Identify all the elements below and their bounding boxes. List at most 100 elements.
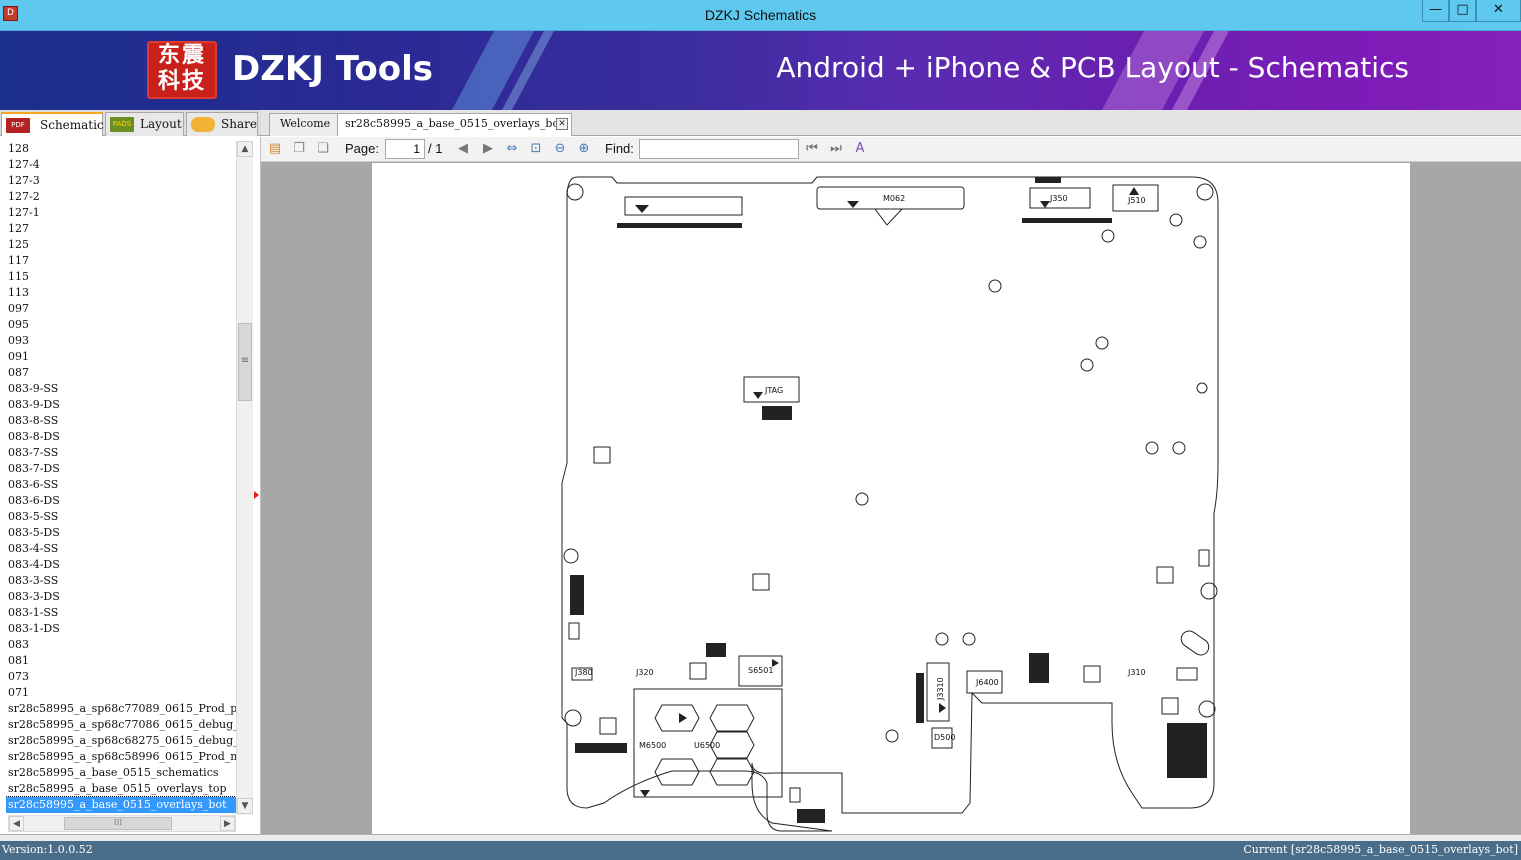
- file-list-item[interactable]: 083-5-SS: [6, 509, 236, 525]
- pdf-toolbar: ▤ ❐ ❏ Page: 1 / 1 ◀ ▶ ⇔ ⊡ ⊖ ⊕ Find: ⏮ ⏭ …: [261, 137, 1521, 162]
- file-list-item[interactable]: 115: [6, 269, 236, 285]
- file-list-item[interactable]: 128: [6, 141, 236, 157]
- find-first-icon[interactable]: ⏮: [803, 140, 821, 158]
- pages-icon[interactable]: ❏: [314, 140, 332, 158]
- vertical-scrollbar[interactable]: ▲ ≡ ▼: [236, 141, 253, 815]
- file-list-item[interactable]: 083-6-SS: [6, 477, 236, 493]
- doc-tab-overlays-bot-label: sr28c58995_a_base_0515_overlays_bot: [345, 117, 564, 130]
- maximize-button[interactable]: □: [1449, 0, 1476, 22]
- tab-schematic[interactable]: PDF Schematic: [1, 112, 104, 136]
- copy-icon[interactable]: ❐: [290, 140, 308, 158]
- file-list-item[interactable]: 083-7-SS: [6, 445, 236, 461]
- file-list-item[interactable]: 083-4-SS: [6, 541, 236, 557]
- scroll-right-icon[interactable]: ▶: [220, 816, 235, 831]
- pcb-label-j320: J320: [635, 668, 654, 677]
- file-list-item[interactable]: 097: [6, 301, 236, 317]
- file-list-item[interactable]: 083-4-DS: [6, 557, 236, 573]
- file-list-item[interactable]: sr28c58995_a_base_0515_schematics: [6, 765, 236, 781]
- find-input[interactable]: [639, 139, 799, 159]
- current-document-text: Current [sr28c58995_a_base_0515_overlays…: [1243, 843, 1518, 856]
- file-list-item[interactable]: 071: [6, 685, 236, 701]
- file-list-item[interactable]: 127-4: [6, 157, 236, 173]
- file-list-item[interactable]: sr28c58995_a_sp68c68275_0615_debug_na_: [6, 733, 236, 749]
- banner-tagline: Android + iPhone & PCB Layout - Schemati…: [776, 51, 1409, 84]
- find-next-icon[interactable]: ⏭: [827, 140, 845, 158]
- left-tab-bar: PDF Schematic PADS Layout Share: [0, 110, 261, 136]
- tab-share-label: Share: [221, 117, 257, 131]
- file-list-item[interactable]: 083-3-SS: [6, 573, 236, 589]
- file-list-item[interactable]: 127-2: [6, 189, 236, 205]
- scroll-down-icon[interactable]: ▼: [237, 798, 253, 814]
- pcb-label-j380: J380: [574, 668, 593, 677]
- file-list-item[interactable]: sr28c58995_a_sp68c77089_0615_Prod_prc_: [6, 701, 236, 717]
- scroll-up-icon[interactable]: ▲: [237, 141, 253, 157]
- file-list-item[interactable]: 113: [6, 285, 236, 301]
- scrollbar-thumb[interactable]: ≡: [238, 323, 252, 401]
- file-list-item[interactable]: sr28c58995_a_sp68c77086_0615_debug_prc: [6, 717, 236, 733]
- collapse-panel-icon[interactable]: [254, 491, 259, 499]
- file-list-item[interactable]: 083-8-DS: [6, 429, 236, 445]
- scroll-left-icon[interactable]: ◀: [9, 816, 24, 831]
- file-list-item[interactable]: 091: [6, 349, 236, 365]
- tab-schematic-label: Schematic: [40, 118, 104, 132]
- version-text: Version:1.0.0.52: [2, 843, 93, 856]
- banner: 东震科技 DZKJ Tools Android + iPhone & PCB L…: [0, 31, 1521, 110]
- file-list-item[interactable]: sr28c58995_a_base_0515_overlays_top: [6, 781, 236, 797]
- file-list-item[interactable]: 093: [6, 333, 236, 349]
- pcb-label-j350: J350: [1049, 194, 1068, 203]
- file-list-item[interactable]: 073: [6, 669, 236, 685]
- open-document-icon[interactable]: ▤: [266, 140, 284, 158]
- page-label: Page:: [345, 141, 379, 156]
- file-list-item[interactable]: 127-3: [6, 173, 236, 189]
- file-list-item[interactable]: 083-9-DS: [6, 397, 236, 413]
- tab-layout[interactable]: PADS Layout: [105, 112, 184, 136]
- doc-tab-overlays-bot[interactable]: sr28c58995_a_base_0515_overlays_bot ✕: [337, 113, 572, 136]
- fit-width-icon[interactable]: ⇔: [503, 140, 521, 158]
- tab-share[interactable]: Share: [186, 112, 258, 136]
- file-list-item[interactable]: 117: [6, 253, 236, 269]
- file-list-item[interactable]: 083: [6, 637, 236, 653]
- document-viewer[interactable]: M062 J350 J510 JTAG S6501 M6500 U6500 D5…: [261, 162, 1521, 834]
- file-list-item[interactable]: 083-5-DS: [6, 525, 236, 541]
- file-list-item[interactable]: 127-1: [6, 205, 236, 221]
- file-list-item[interactable]: 083-6-DS: [6, 493, 236, 509]
- close-button[interactable]: ✕: [1476, 0, 1521, 22]
- file-list-item[interactable]: 087: [6, 365, 236, 381]
- tab-layout-label: Layout: [140, 117, 182, 131]
- horizontal-scrollbar[interactable]: ◀ ⁞⁞⁞ ▶: [8, 815, 236, 832]
- zoom-out-icon[interactable]: ⊖: [551, 140, 569, 158]
- pcb-label-jtag: JTAG: [764, 386, 783, 395]
- file-list-item[interactable]: 083-1-DS: [6, 621, 236, 637]
- pcb-label-u6500: U6500: [694, 741, 720, 750]
- file-list-item[interactable]: 125: [6, 237, 236, 253]
- file-list[interactable]: 128 127-4 127-3 127-2 127-1 127 125 117 115 113 09…: [6, 141, 236, 813]
- text-highlight-icon[interactable]: A: [851, 140, 869, 158]
- pcb-label-j6400: J6400: [975, 678, 999, 687]
- file-list-item[interactable]: sr28c58995_a_sp68c58996_0615_Prod_na_l: [6, 749, 236, 765]
- page-number-input[interactable]: 1: [385, 139, 425, 159]
- next-page-icon[interactable]: ▶: [479, 140, 497, 158]
- file-list-item[interactable]: 095: [6, 317, 236, 333]
- file-list-item[interactable]: 083-7-DS: [6, 461, 236, 477]
- zoom-in-icon[interactable]: ⊕: [575, 140, 593, 158]
- status-bar: Version:1.0.0.52 Current [sr28c58995_a_b…: [0, 834, 1521, 860]
- file-list-item[interactable]: sr28c58995_a_base_0515_overlays_bot: [6, 796, 236, 813]
- pcb-label-m6500: M6500: [639, 741, 666, 750]
- file-list-item[interactable]: 083-9-SS: [6, 381, 236, 397]
- horizontal-scrollbar-thumb[interactable]: ⁞⁞⁞: [64, 817, 172, 830]
- file-list-item[interactable]: 127: [6, 221, 236, 237]
- window-title: DZKJ Schematics: [704, 7, 817, 23]
- file-list-item[interactable]: 083-1-SS: [6, 605, 236, 621]
- doc-tab-welcome[interactable]: Welcome: [269, 113, 339, 136]
- close-tab-icon[interactable]: ✕: [556, 118, 568, 130]
- file-list-item[interactable]: 081: [6, 653, 236, 669]
- prev-page-icon[interactable]: ◀: [454, 140, 472, 158]
- pcb-label-j3310: J3310: [936, 677, 945, 701]
- file-list-item[interactable]: 083-3-DS: [6, 589, 236, 605]
- fit-page-icon[interactable]: ⊡: [527, 140, 545, 158]
- file-list-item[interactable]: 083-8-SS: [6, 413, 236, 429]
- find-label: Find:: [605, 141, 634, 156]
- pcb-layout-drawing: M062 J350 J510 JTAG S6501 M6500 U6500 D5…: [561, 176, 1219, 832]
- page-total: / 1: [428, 141, 443, 156]
- minimize-button[interactable]: —: [1422, 0, 1449, 22]
